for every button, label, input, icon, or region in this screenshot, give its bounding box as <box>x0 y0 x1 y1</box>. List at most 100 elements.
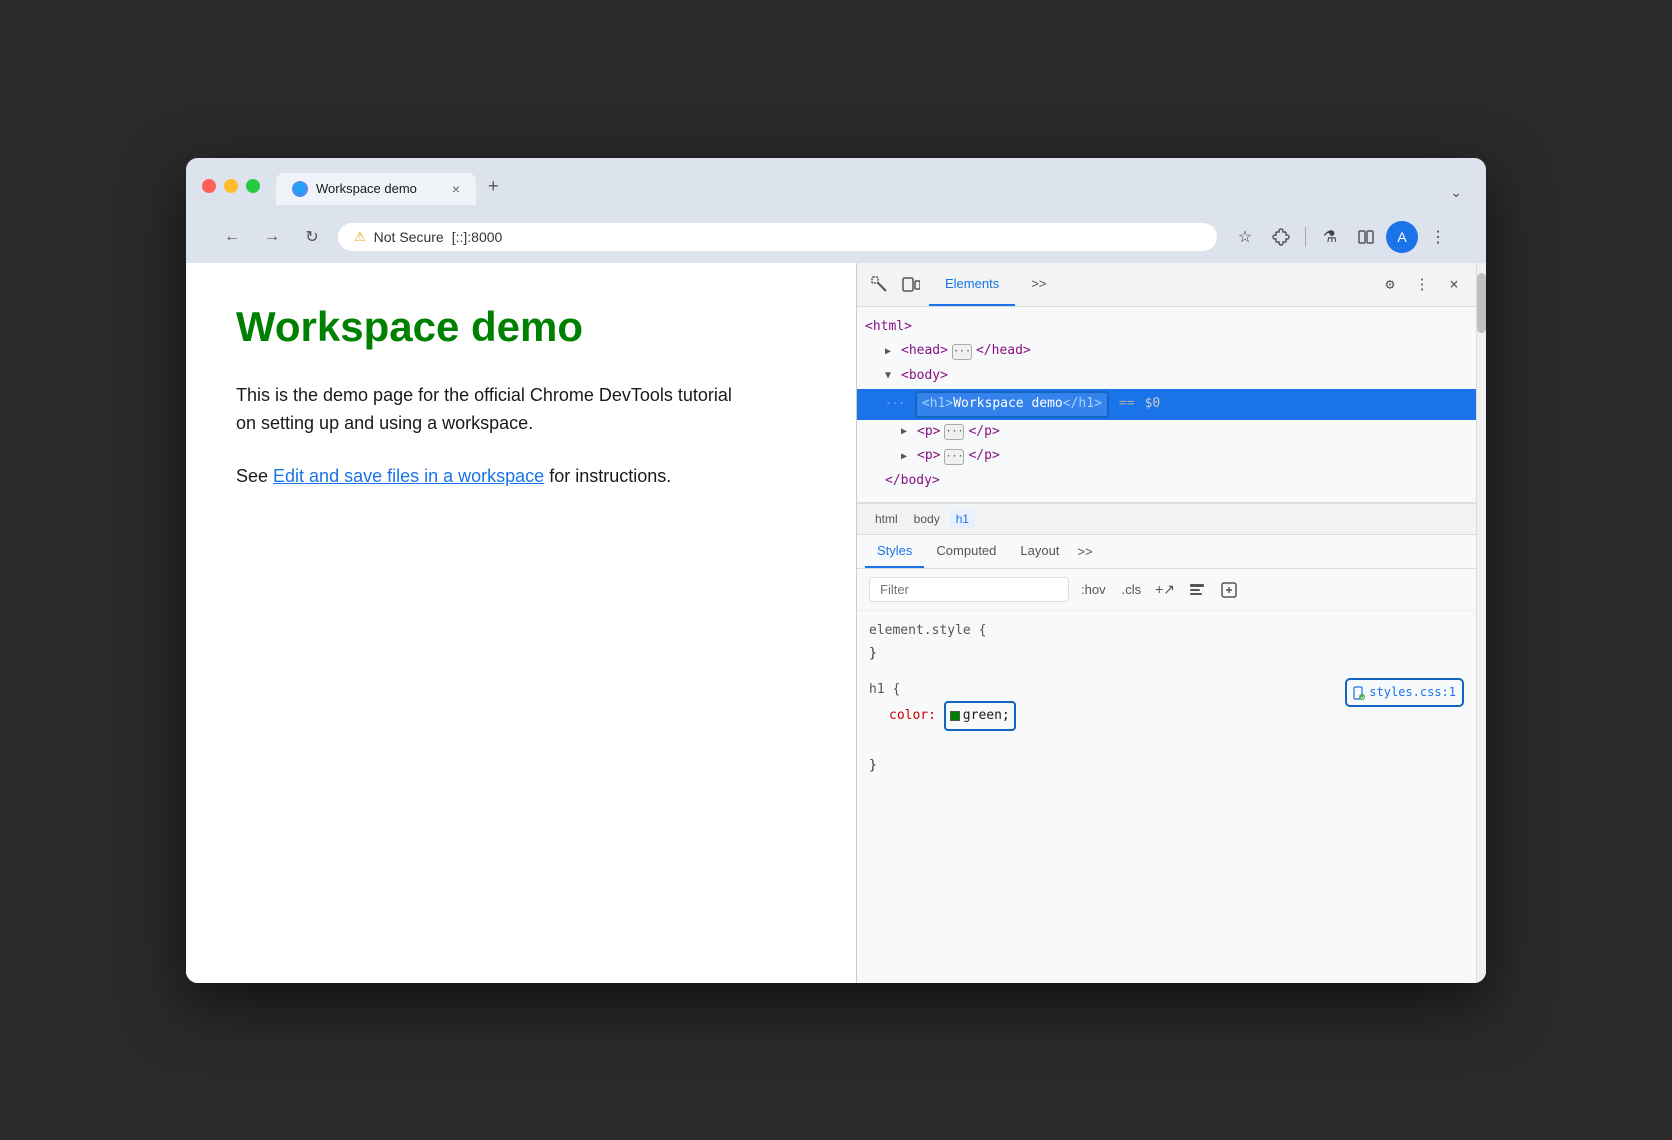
tab-close-button[interactable]: × <box>452 181 460 197</box>
dots-p1[interactable]: ··· <box>944 424 964 440</box>
html-tag-p2-close: </p> <box>968 446 999 467</box>
hov-button[interactable]: :hov <box>1077 580 1110 599</box>
tree-arrow-head[interactable]: ▶ <box>885 344 897 360</box>
toolbar-icons: ☆ ⚗ A ⋮ <box>1229 221 1454 253</box>
not-secure-icon: ⚠ <box>354 229 366 245</box>
computed-icon-button[interactable] <box>1217 578 1241 602</box>
file-link-text: styles.css:1 <box>1369 682 1456 704</box>
split-icon[interactable] <box>1350 221 1382 253</box>
styles-file-link[interactable]: styles.css:1 <box>1345 678 1464 708</box>
h1-highlight: <h1>Workspace demo</h1> <box>915 391 1109 418</box>
css-selector-element: element.style { <box>869 623 986 638</box>
browser-window: 🌐 Workspace demo × + ⌄ ← → ↻ ⚠ Not Secur… <box>186 158 1486 983</box>
tab-styles[interactable]: Styles <box>865 535 924 568</box>
device-tool-icon[interactable] <box>897 270 925 298</box>
cls-button[interactable]: .cls <box>1118 580 1146 599</box>
html-tag-open: <html> <box>865 317 912 338</box>
devtools-panel: Elements >> ⚙ ⋮ × <html> <box>856 263 1476 983</box>
devtools-header-actions: ⚙ ⋮ × <box>1376 270 1468 298</box>
tree-arrow-p1[interactable]: ▶ <box>901 424 913 440</box>
url-display: [::]:8000 <box>452 229 503 245</box>
tree-row-body-close[interactable]: </body> <box>857 469 1476 494</box>
breadcrumb-bar: html body h1 <box>857 503 1476 535</box>
title-bar-top: 🌐 Workspace demo × + ⌄ <box>202 168 1470 205</box>
css-brace-close-h1: } <box>869 758 877 773</box>
tab-elements[interactable]: Elements <box>929 263 1015 306</box>
h1-open-tag: <h1> <box>922 396 953 411</box>
elements-tree: <html> ▶ <head> ··· </head> ▼ <body> <box>857 307 1476 504</box>
tree-row-head[interactable]: ▶ <head> ··· </head> <box>857 339 1476 364</box>
breadcrumb-h1[interactable]: h1 <box>950 510 975 528</box>
tab-layout[interactable]: Layout <box>1008 535 1071 568</box>
tree-row-p1[interactable]: ▶ <p> ··· </p> <box>857 420 1476 445</box>
minimize-button[interactable] <box>224 179 238 193</box>
styles-file-link-box[interactable]: styles.css:1 <box>1345 678 1464 708</box>
tab-computed[interactable]: Computed <box>924 535 1008 568</box>
new-tab-button[interactable]: + <box>476 168 511 205</box>
html-tag-head-close: </head> <box>976 341 1031 362</box>
tab-dropdown-button[interactable]: ⌄ <box>1442 180 1470 205</box>
devtools-close-icon[interactable]: × <box>1440 270 1468 298</box>
html-tag-p1-close: </p> <box>968 422 999 443</box>
workspace-link[interactable]: Edit and save files in a workspace <box>273 466 544 486</box>
page-content: Workspace demo This is the demo page for… <box>186 263 856 983</box>
page-paragraph-1: This is the demo page for the official C… <box>236 381 736 439</box>
html-tag-body-close: </body> <box>885 471 940 492</box>
filter-input[interactable] <box>869 577 1069 602</box>
css-prop-value: green; <box>963 708 1010 723</box>
main-area: Workspace demo This is the demo page for… <box>186 263 1486 983</box>
inspect-tool-icon[interactable] <box>865 270 893 298</box>
devtools-header: Elements >> ⚙ ⋮ × <box>857 263 1476 307</box>
labs-icon[interactable]: ⚗ <box>1314 221 1346 253</box>
html-tag-p1-open: <p> <box>917 422 940 443</box>
scrollbar-thumb[interactable] <box>1477 273 1486 333</box>
page-paragraph-2: See Edit and save files in a workspace f… <box>236 462 736 491</box>
dots-head[interactable]: ··· <box>952 344 972 360</box>
tree-row-html[interactable]: <html> <box>857 315 1476 340</box>
tab-styles-more[interactable]: >> <box>1071 536 1098 567</box>
css-value-box: green; <box>944 701 1016 730</box>
css-selector-h1: h1 { <box>869 682 900 697</box>
devtools-settings-icon[interactable]: ⚙ <box>1376 270 1404 298</box>
profile-icon[interactable]: A <box>1386 221 1418 253</box>
see-text-after: for instructions. <box>544 466 671 486</box>
equals-sign: == <box>1119 394 1135 415</box>
see-text-before: See <box>236 466 273 486</box>
breadcrumb-html[interactable]: html <box>869 510 904 528</box>
html-tag-head-open: <head> <box>901 341 948 362</box>
css-rules: element.style { } h1 { styles.css:1 colo… <box>857 611 1476 797</box>
tree-row-p2[interactable]: ▶ <p> ··· </p> <box>857 444 1476 469</box>
tab-more[interactable]: >> <box>1015 263 1062 306</box>
tab-workspace-demo[interactable]: 🌐 Workspace demo × <box>276 173 476 205</box>
breadcrumb-body[interactable]: body <box>908 510 946 528</box>
dots-h1-left[interactable]: ··· <box>885 395 905 413</box>
address-bar: ← → ↻ ⚠ Not Secure [::]:8000 ☆ ⚗ A ⋮ <box>202 213 1470 263</box>
dots-p2[interactable]: ··· <box>944 449 964 465</box>
address-input[interactable]: ⚠ Not Secure [::]:8000 <box>338 223 1217 251</box>
add-rule-button[interactable]: +↗ <box>1153 578 1177 602</box>
color-swatch[interactable] <box>950 711 960 721</box>
devtools-scrollbar[interactable] <box>1476 263 1486 983</box>
maximize-button[interactable] <box>246 179 260 193</box>
tab-favicon: 🌐 <box>292 181 308 197</box>
filter-actions: :hov .cls +↗ <box>1077 578 1241 602</box>
css-prop-name: color: <box>889 708 936 723</box>
forward-button[interactable]: → <box>258 223 286 251</box>
bookmark-icon[interactable]: ☆ <box>1229 221 1261 253</box>
css-rule-element-style: element.style { } <box>869 619 1464 666</box>
dollar-zero: $0 <box>1145 394 1161 415</box>
styles-tabs: Styles Computed Layout >> <box>857 535 1476 569</box>
close-button[interactable] <box>202 179 216 193</box>
tree-arrow-p2[interactable]: ▶ <box>901 449 913 465</box>
back-button[interactable]: ← <box>218 223 246 251</box>
reload-button[interactable]: ↻ <box>298 223 326 251</box>
menu-icon[interactable]: ⋮ <box>1422 221 1454 253</box>
style-icon-button[interactable] <box>1185 578 1209 602</box>
h1-text: Workspace demo <box>953 396 1063 411</box>
tree-row-h1[interactable]: ··· <h1>Workspace demo</h1> == $0 <box>857 389 1476 420</box>
tree-arrow-body[interactable]: ▼ <box>885 368 897 384</box>
devtools-more-icon[interactable]: ⋮ <box>1408 270 1436 298</box>
tree-row-body[interactable]: ▼ <body> <box>857 364 1476 389</box>
tab-title: Workspace demo <box>316 181 417 196</box>
extension-icon[interactable] <box>1265 221 1297 253</box>
